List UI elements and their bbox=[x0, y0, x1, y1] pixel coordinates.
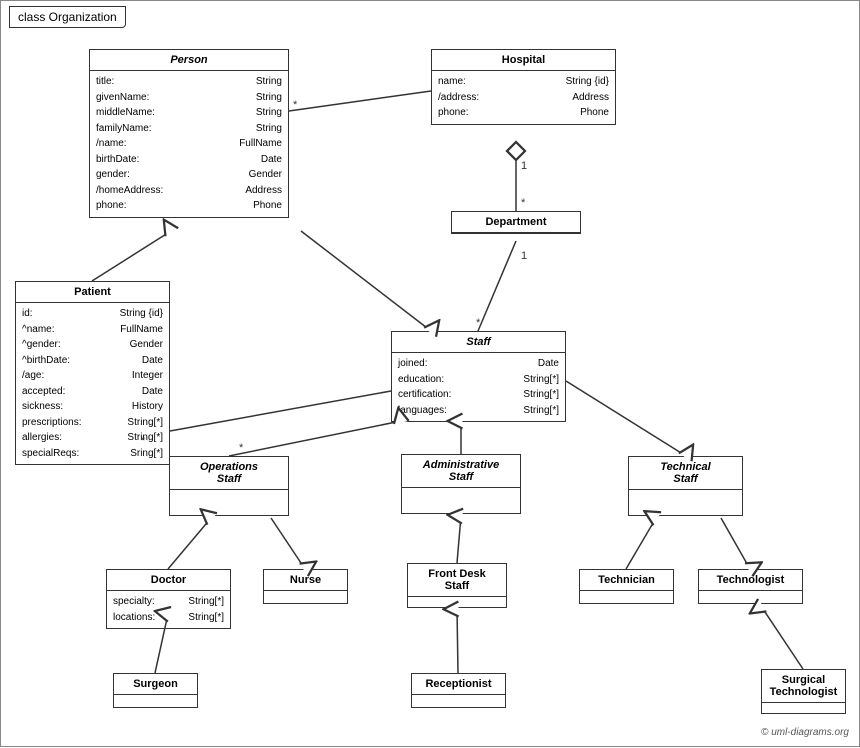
doctor-box: Doctor specialty:String[*] locations:Str… bbox=[106, 569, 231, 629]
copyright: © uml-diagrams.org bbox=[761, 727, 849, 738]
receptionist-title: Receptionist bbox=[412, 674, 505, 695]
svg-text:1: 1 bbox=[521, 250, 527, 262]
svg-text:1: 1 bbox=[521, 160, 527, 172]
svg-text:*: * bbox=[239, 442, 244, 454]
doctor-title: Doctor bbox=[107, 570, 230, 591]
department-title: Department bbox=[452, 212, 580, 233]
surgical-technologist-box: SurgicalTechnologist bbox=[761, 669, 846, 714]
hospital-attrs: name:String {id} /address:Address phone:… bbox=[432, 71, 615, 124]
hospital-title: Hospital bbox=[432, 50, 615, 71]
operations-staff-title: OperationsStaff bbox=[170, 457, 288, 490]
surgical-technologist-title: SurgicalTechnologist bbox=[762, 670, 845, 703]
svg-text:*: * bbox=[521, 197, 526, 209]
administrative-staff-title: AdministrativeStaff bbox=[402, 455, 520, 488]
technologist-box: Technologist bbox=[698, 569, 803, 604]
hospital-box: Hospital name:String {id} /address:Addre… bbox=[431, 49, 616, 125]
patient-box: Patient id:String {id} ^name:FullName ^g… bbox=[15, 281, 170, 465]
person-box: Person title:String givenName:String mid… bbox=[89, 49, 289, 218]
doctor-attrs: specialty:String[*] locations:String[*] bbox=[107, 591, 230, 628]
surgeon-box: Surgeon bbox=[113, 673, 198, 708]
staff-box: Staff joined:Date education:String[*] ce… bbox=[391, 331, 566, 422]
technical-staff-title: TechnicalStaff bbox=[629, 457, 742, 490]
front-desk-staff-title: Front DeskStaff bbox=[408, 564, 506, 597]
svg-text:*: * bbox=[476, 317, 481, 329]
staff-attrs: joined:Date education:String[*] certific… bbox=[392, 353, 565, 421]
diagram-title: class Organization bbox=[9, 6, 126, 28]
receptionist-box: Receptionist bbox=[411, 673, 506, 708]
front-desk-staff-box: Front DeskStaff bbox=[407, 563, 507, 608]
svg-text:*: * bbox=[293, 99, 298, 111]
diagram-container: class Organization Person title:String g… bbox=[0, 0, 860, 747]
nurse-box: Nurse bbox=[263, 569, 348, 604]
patient-attrs: id:String {id} ^name:FullName ^gender:Ge… bbox=[16, 303, 169, 464]
surgeon-title: Surgeon bbox=[114, 674, 197, 695]
person-attrs: title:String givenName:String middleName… bbox=[90, 71, 288, 217]
nurse-title: Nurse bbox=[264, 570, 347, 591]
technician-box: Technician bbox=[579, 569, 674, 604]
technician-title: Technician bbox=[580, 570, 673, 591]
administrative-staff-box: AdministrativeStaff bbox=[401, 454, 521, 514]
technologist-title: Technologist bbox=[699, 570, 802, 591]
operations-staff-box: OperationsStaff bbox=[169, 456, 289, 516]
technical-staff-box: TechnicalStaff bbox=[628, 456, 743, 516]
person-title: Person bbox=[90, 50, 288, 71]
staff-title: Staff bbox=[392, 332, 565, 353]
department-box: Department bbox=[451, 211, 581, 234]
patient-title: Patient bbox=[16, 282, 169, 303]
